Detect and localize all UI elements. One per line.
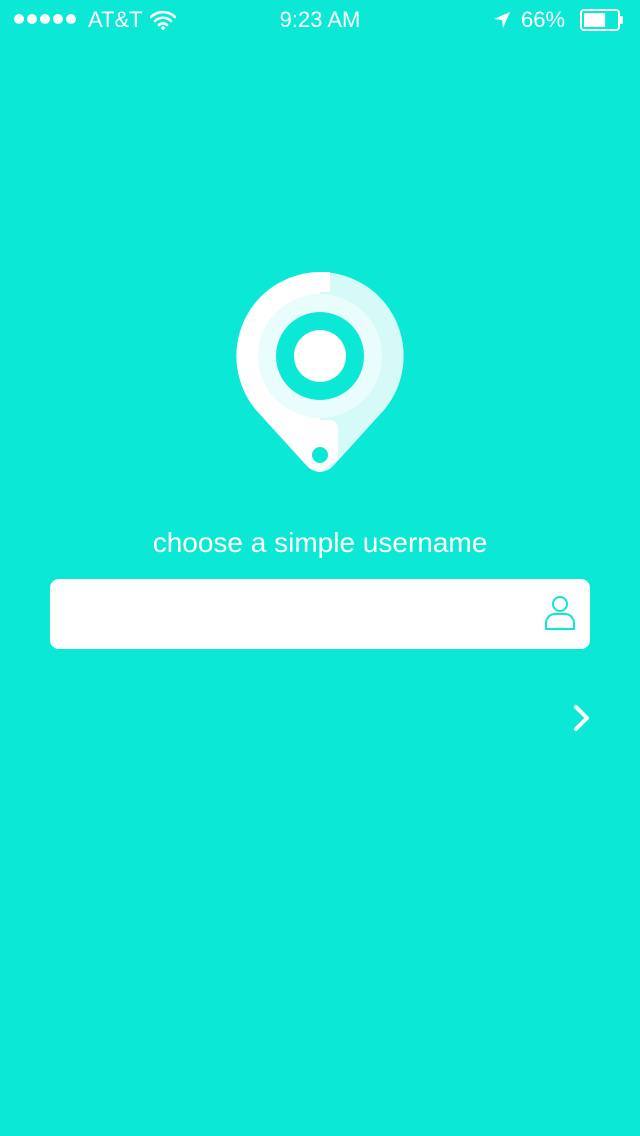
chevron-right-icon (574, 705, 589, 731)
username-prompt: choose a simple username (152, 527, 488, 558)
battery-percent: 66% (521, 7, 566, 32)
username-input[interactable] (70, 579, 530, 649)
username-field[interactable] (50, 579, 590, 649)
location-arrow-icon (494, 12, 510, 28)
battery-icon (580, 9, 623, 31)
status-bar: AT&T 9:23 AM 66% (0, 0, 640, 40)
location-pin-icon (236, 272, 404, 472)
user-icon (545, 596, 575, 630)
next-button[interactable] (562, 698, 602, 738)
